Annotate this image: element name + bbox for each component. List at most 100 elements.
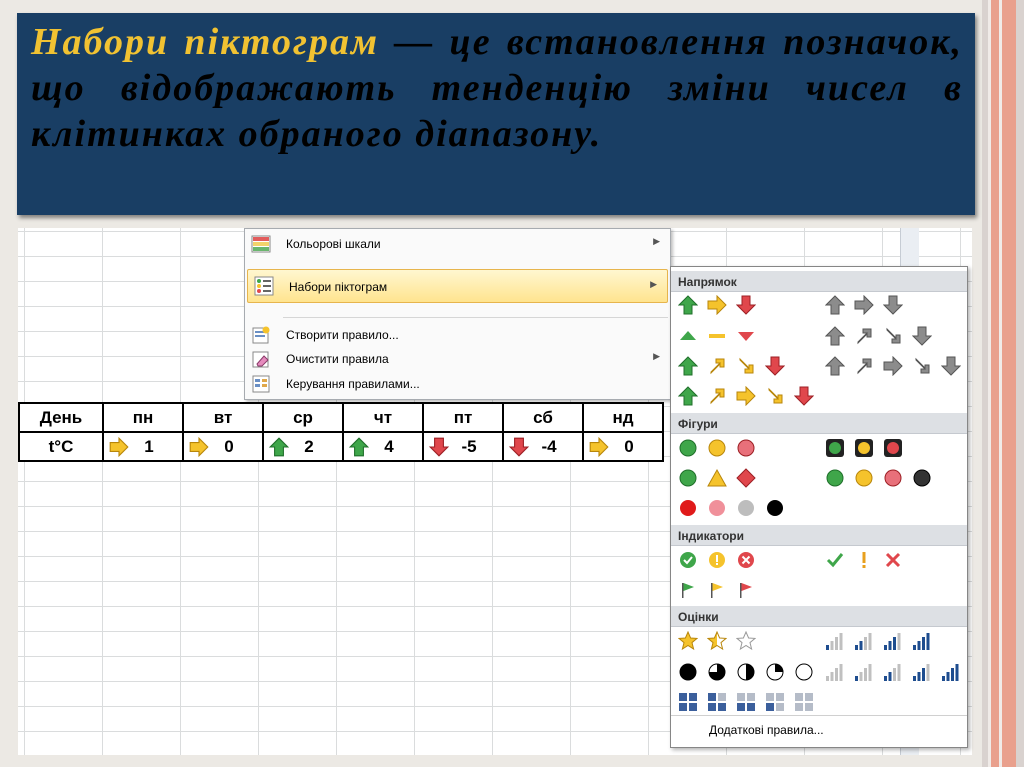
check-circle-icon	[680, 552, 696, 568]
arrow-down-icon	[883, 295, 903, 315]
section-header-indicators: Індикатори	[671, 525, 967, 546]
icon-set-5-ratings[interactable]	[825, 662, 970, 682]
circle-green-icon	[826, 469, 844, 487]
section-header-direction: Напрямок	[671, 271, 967, 292]
more-rules-link[interactable]: Додаткові правила...	[709, 723, 824, 737]
icon-set-5-boxes[interactable]	[678, 692, 823, 712]
flag-yellow-icon	[711, 583, 723, 598]
traffic-light-red-icon	[884, 439, 902, 457]
icon-set-3-arrows-colored[interactable]	[678, 295, 765, 315]
slide-decor-stripes	[982, 0, 1024, 767]
boxes-icon	[795, 693, 813, 711]
signal-bars-icon	[855, 664, 872, 681]
menu-item-label: Створити правило...	[286, 328, 399, 342]
icon-set-3-stars[interactable]	[678, 631, 765, 651]
conditional-formatting-menu: Кольорові шкали ▶ Набори піктограм ▶ Ств…	[244, 228, 671, 400]
day-cell[interactable]: нд	[582, 402, 664, 433]
menu-item-label: Кольорові шкали	[286, 237, 381, 251]
day-cell[interactable]: чт	[342, 402, 424, 433]
icon-set-5-quarters[interactable]	[678, 662, 823, 682]
circle-red-icon	[680, 500, 696, 516]
triangle-up-icon	[680, 331, 696, 340]
icon-set-4-traffic-lights[interactable]	[825, 468, 941, 488]
circle-gray-icon	[738, 500, 754, 516]
temperature-cell[interactable]: 1	[102, 431, 184, 462]
temperature-cell[interactable]: 0	[582, 431, 664, 462]
arrow-down-right-icon	[768, 388, 783, 404]
day-cell[interactable]: вт	[182, 402, 264, 433]
icon-set-3-symbols[interactable]	[825, 550, 912, 570]
signal-bars-icon	[855, 633, 872, 650]
icon-set-3-triangles[interactable]	[678, 326, 765, 346]
icon-set-4-arrows-colored[interactable]	[678, 356, 794, 376]
temperature-value: 0	[224, 436, 234, 456]
icon-set-red-to-black[interactable]	[678, 498, 794, 518]
circle-black-icon	[767, 500, 783, 516]
menu-item-manage-rules[interactable]: Керування правилами...	[245, 369, 670, 399]
arrow-down-right-icon	[915, 358, 930, 374]
temperature-value: -4	[541, 436, 557, 456]
day-cell[interactable]: сб	[502, 402, 584, 433]
temperature-cell[interactable]: 0	[182, 431, 264, 462]
temperature-cell[interactable]: 4	[342, 431, 424, 462]
check-icon	[826, 553, 844, 568]
icon-set-4-arrows-gray[interactable]	[825, 326, 941, 346]
icon-set-5-arrows-colored[interactable]	[678, 386, 823, 406]
triangle-down-icon	[738, 332, 754, 341]
circle-quarter-icon	[766, 663, 784, 681]
arrow-up-right-icon	[710, 358, 725, 374]
signal-bars-icon	[913, 664, 930, 681]
temperature-label[interactable]: t°C	[18, 431, 104, 462]
circle-green-icon	[679, 469, 697, 487]
gallery-divider	[671, 715, 967, 716]
arrow-up-icon	[678, 295, 698, 315]
x-icon	[885, 552, 901, 568]
icon-set-3-signs[interactable]	[678, 468, 765, 488]
menu-item-label: Керування правилами...	[286, 377, 420, 391]
icon-set-3-arrows-gray[interactable]	[825, 295, 912, 315]
temperature-row: t°C 1 0 2 4 -5 -4 0	[18, 431, 664, 462]
icon-set-4-ratings[interactable]	[825, 631, 941, 651]
icon-set-3-traffic-lights[interactable]	[678, 438, 765, 458]
menu-item-color-scales[interactable]: Кольорові шкали ▶	[245, 229, 670, 259]
circle-half-icon	[737, 663, 755, 681]
day-cell[interactable]: пт	[422, 402, 504, 433]
star-full-icon	[678, 631, 698, 650]
submenu-arrow-icon: ▶	[653, 351, 660, 361]
icon-set-3-traffic-lights-rimmed[interactable]	[825, 438, 912, 458]
temperature-cell[interactable]: -4	[502, 431, 584, 462]
arrow-right-icon	[736, 386, 756, 406]
temperature-value: 0	[624, 436, 634, 456]
icon-set-3-symbols-circled[interactable]	[678, 550, 765, 570]
signal-bars-icon	[942, 664, 959, 681]
triangle-yellow-icon	[707, 468, 727, 487]
signal-bars-icon	[913, 633, 930, 650]
icon-set-5-arrows-gray[interactable]	[825, 356, 970, 376]
temperature-cell[interactable]: 2	[262, 431, 344, 462]
menu-item-icon-sets[interactable]: Набори піктограм ▶	[247, 269, 668, 303]
circle-empty-icon	[795, 663, 813, 681]
section-header-ratings: Оцінки	[671, 606, 967, 627]
menu-item-label: Очистити правила	[286, 352, 389, 366]
day-cell[interactable]: ср	[262, 402, 344, 433]
flag-red-icon	[740, 583, 752, 598]
circle-green-icon	[679, 439, 697, 457]
arrow-up-icon	[825, 356, 845, 376]
temperature-table: День пн вт ср чт пт сб нд t°C 1 0 2 4 -5…	[18, 402, 664, 462]
dash-icon	[709, 334, 725, 338]
boxes-icon	[737, 693, 755, 711]
temperature-cell[interactable]: -5	[422, 431, 504, 462]
arrow-right-icon	[589, 436, 609, 457]
icon-set-3-flags[interactable]	[678, 580, 765, 600]
title-banner: Набори піктограм — це встановлення позна…	[17, 13, 975, 215]
boxes-icon	[708, 693, 726, 711]
signal-bars-icon	[826, 633, 843, 650]
arrow-right-icon	[854, 295, 874, 315]
star-half-icon	[707, 631, 727, 650]
day-cell[interactable]: пн	[102, 402, 184, 433]
circle-yellow-icon	[708, 439, 726, 457]
icon-sets-icon	[254, 276, 274, 296]
day-header-label[interactable]: День	[18, 402, 104, 433]
traffic-light-yellow-icon	[855, 439, 873, 457]
boxes-icon	[679, 693, 697, 711]
